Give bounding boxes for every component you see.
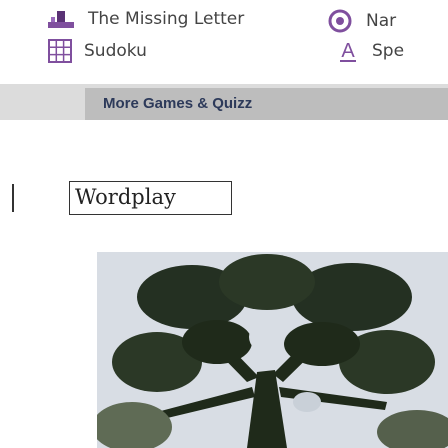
sudoku-grid-icon: [48, 39, 72, 63]
hero-image[interactable]: [97, 252, 448, 448]
link-label: The Missing Letter: [88, 9, 245, 29]
tree-silhouette-image: [97, 252, 448, 448]
link-sudoku[interactable]: Sudoku: [48, 39, 147, 63]
section-title: Wordplay: [75, 185, 176, 209]
heading-marker: [12, 184, 14, 212]
link-label: Spe: [372, 41, 405, 61]
target-icon: [328, 9, 352, 33]
link-spe[interactable]: A Spe: [338, 39, 404, 63]
more-games-banner: More Games & Quizz: [0, 84, 448, 120]
section-heading: Wordplay: [12, 181, 232, 215]
link-missing-letter[interactable]: The Missing Letter: [48, 9, 244, 29]
letter-a-icon: A: [338, 39, 358, 63]
more-games-button[interactable]: More Games & Quizz: [85, 88, 448, 120]
link-label: Nar: [366, 11, 397, 31]
section-title-frame: Wordplay: [69, 181, 232, 215]
link-nar[interactable]: Nar: [328, 9, 396, 33]
link-label: Sudoku: [84, 41, 147, 61]
missing-letter-icon: [48, 9, 74, 29]
svg-text:A: A: [341, 40, 355, 62]
